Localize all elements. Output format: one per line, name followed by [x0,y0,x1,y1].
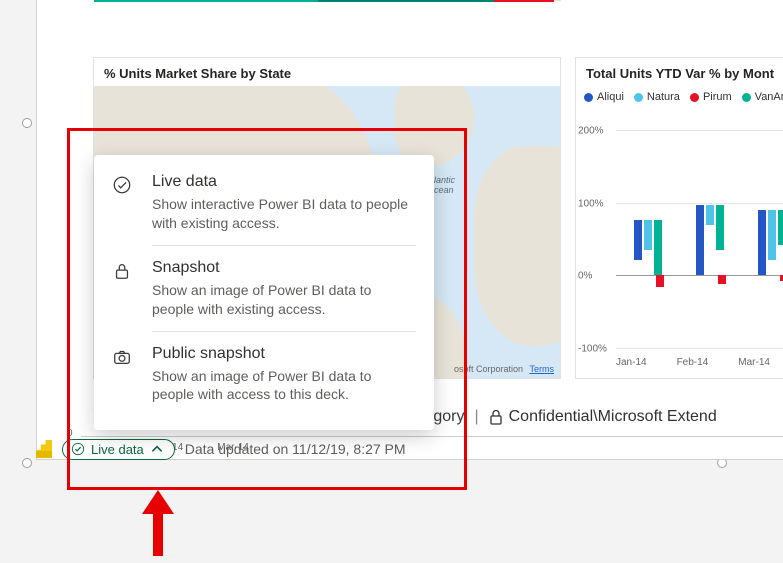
camera-icon [112,345,134,405]
popup-item-live-data[interactable]: Live data Show interactive Power BI data… [94,159,434,245]
checkmark-circle-icon [112,173,134,233]
ocean-label: lantic cean [434,176,455,196]
confidential-crumb[interactable]: Confidential\Microsoft Extend [489,408,717,426]
updated-text: Data updated on 11/12/19, 8:27 PM [185,441,406,457]
popup-item-snapshot[interactable]: Snapshot Show an image of Power BI data … [94,245,434,331]
bar-legend: Aliqui Natura Pirum VanAr [576,89,783,107]
segment-chart: CentralCentralCentral [93,0,561,1]
callout-arrow [138,490,178,559]
segment-central-b: Central [318,0,494,2]
map-attribution: osoft Corporation Terms [454,364,554,374]
powerbi-icon [36,440,52,458]
breadcrumb: tegory | Confidential\Microsoft Extend [420,408,717,426]
live-data-pill[interactable]: Live data [62,439,175,460]
chevron-up-icon [150,442,164,456]
bar-card-title: Total Units YTD Var % by Mont [576,58,783,89]
bar-x-ticks: Jan-14 Feb-14 Mar-14 [616,357,770,368]
segment-central-a: Central [94,0,318,2]
bar-chart-card: Total Units YTD Var % by Mont Aliqui Nat… [575,57,783,379]
map-terms-link[interactable]: Terms [530,364,555,374]
bar-plot-area[interactable]: 200% 100% 0% -100% [616,130,783,348]
map-card-title: % Units Market Share by State [94,58,560,89]
checkmark-circle-icon [71,442,85,456]
footer-bar: Live data Data updated on 11/12/19, 8:27… [36,434,783,464]
popup-item-public-snapshot[interactable]: Public snapshot Show an image of Power B… [94,331,434,417]
selection-handle[interactable] [22,118,32,128]
lock-icon [112,259,134,319]
data-mode-popup: Live data Show interactive Power BI data… [94,155,434,430]
lock-icon [489,409,503,425]
selection-handle[interactable] [22,458,32,468]
segment-central-c: Central [494,0,554,2]
